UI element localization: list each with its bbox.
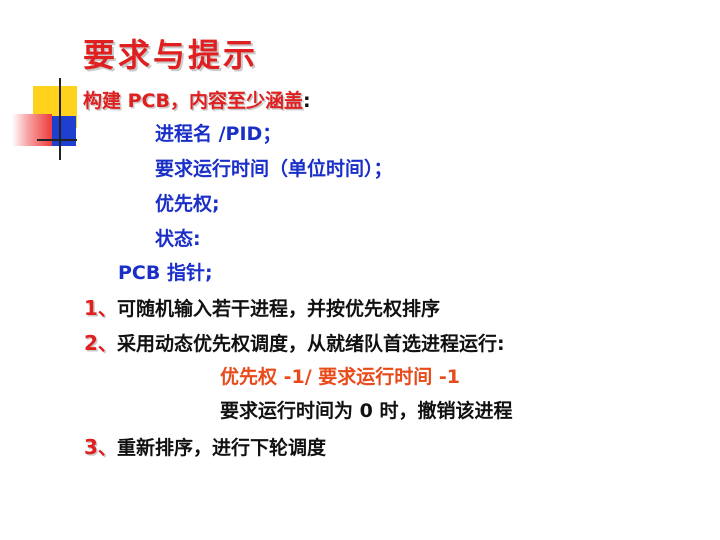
step-2-number: 2 <box>84 331 98 355</box>
step-3-number: 3 <box>84 435 98 459</box>
item-run-time: 要求运行时间（单位时间）； <box>155 158 393 180</box>
pcb-requirement-line: 构建 PCB，内容至少涵盖: <box>83 92 311 111</box>
step-1-separator: 、 <box>97 298 117 320</box>
item-priority: 优先权; <box>155 193 220 215</box>
priority-rule: 优先权 -1/ 要求运行时间 -1 <box>220 366 460 388</box>
item-process-name: 进程名 /PID； <box>155 123 282 145</box>
step-3: 3、重新排序，进行下轮调度 <box>84 437 326 458</box>
termination-rule: 要求运行时间为 0 时，撤销该进程 <box>220 400 513 422</box>
step-3-separator: 、 <box>97 437 117 459</box>
step-1: 1、可随机输入若干进程，并按优先权排序 <box>84 298 440 319</box>
step-3-text: 重新排序，进行下轮调度 <box>116 437 326 459</box>
step-2-separator: 、 <box>97 333 117 355</box>
pcb-requirement-colon: : <box>302 90 311 112</box>
step-1-text: 可随机输入若干进程，并按优先权排序 <box>116 298 440 320</box>
decor-pink-gradient-square <box>12 114 52 146</box>
decor-vertical-line <box>59 78 61 160</box>
step-1-number: 1 <box>84 296 98 320</box>
slide-title: 要求与提示 <box>83 36 259 74</box>
step-2-text: 采用动态优先权调度，从就绪队首选进程运行: <box>116 333 505 355</box>
step-2: 2、采用动态优先权调度，从就绪队首选进程运行: <box>84 333 505 354</box>
item-state: 状态: <box>155 228 201 250</box>
pcb-requirement-text: 构建 PCB，内容至少涵盖 <box>83 90 303 112</box>
decor-horizontal-line <box>37 139 77 141</box>
pcb-pointer: PCB 指针; <box>118 262 213 284</box>
